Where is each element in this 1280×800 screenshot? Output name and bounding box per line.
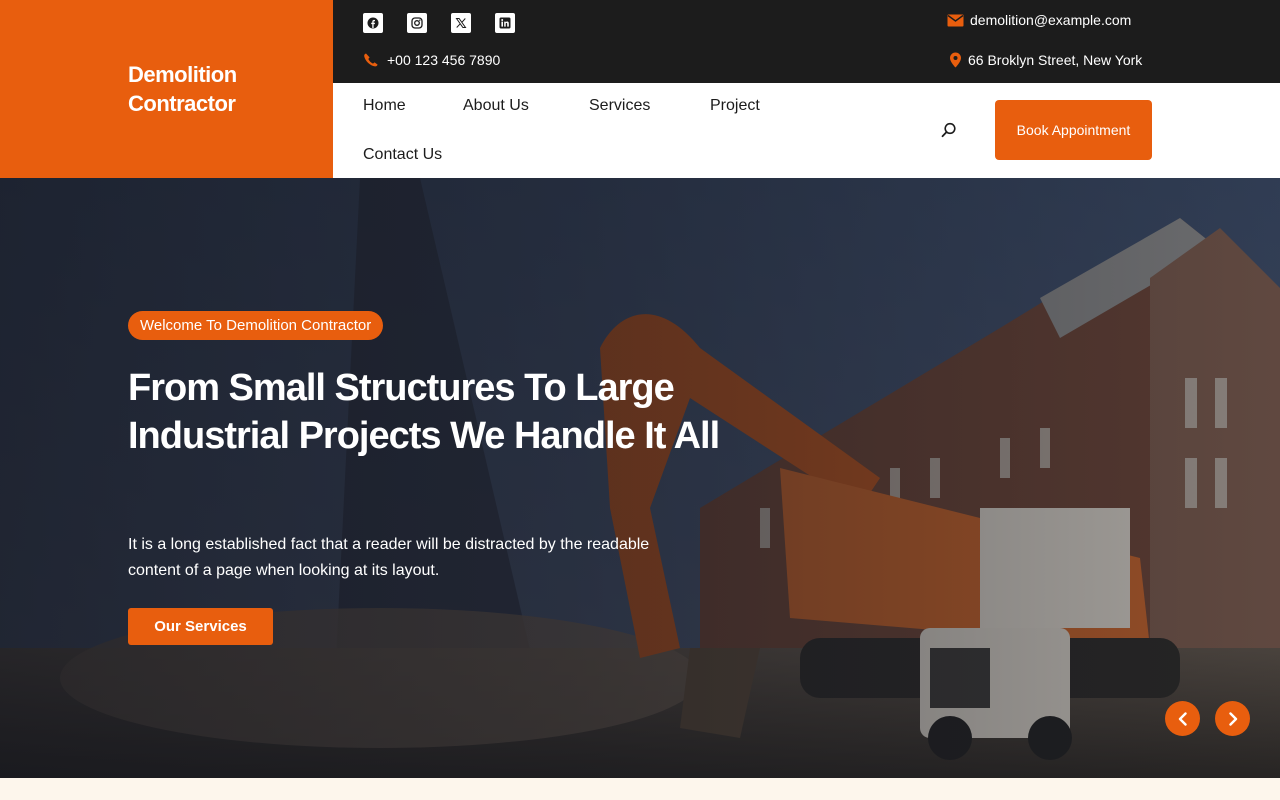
- slider-next-button[interactable]: [1215, 701, 1250, 736]
- linkedin-icon[interactable]: [495, 13, 515, 33]
- hero-overlay: [0, 178, 1280, 778]
- address-text: 66 Broklyn Street, New York: [968, 52, 1143, 68]
- chevron-right-icon: [1228, 711, 1237, 726]
- nav-project[interactable]: Project: [710, 97, 760, 115]
- facebook-icon[interactable]: [363, 13, 383, 33]
- slider-prev-button[interactable]: [1165, 701, 1200, 736]
- nav-services[interactable]: Services: [589, 97, 650, 115]
- hero-section: Welcome To Demolition Contractor From Sm…: [0, 178, 1280, 778]
- nav-contact-us[interactable]: Contact Us: [363, 146, 442, 164]
- search-icon[interactable]: [940, 121, 958, 139]
- email-address: demolition@example.com: [970, 12, 1132, 28]
- top-bar: +00 123 456 7890 demolition@example.com …: [333, 0, 1280, 83]
- mail-icon: [947, 14, 964, 26]
- instagram-icon[interactable]: [407, 13, 427, 33]
- x-icon[interactable]: [451, 13, 471, 33]
- nav-home[interactable]: Home: [363, 97, 406, 115]
- chevron-left-icon: [1178, 711, 1187, 726]
- book-appointment-button[interactable]: Book Appointment: [995, 100, 1152, 160]
- location-pin-icon: [950, 52, 961, 68]
- phone-contact[interactable]: +00 123 456 7890: [363, 52, 500, 68]
- email-contact[interactable]: demolition@example.com: [947, 12, 1131, 28]
- phone-number: +00 123 456 7890: [387, 52, 501, 68]
- phone-icon: [364, 53, 378, 67]
- address-contact: 66 Broklyn Street, New York: [949, 52, 1142, 68]
- nav-about-us[interactable]: About Us: [463, 97, 529, 115]
- hero-title: From Small Structures To Large Industria…: [128, 367, 720, 457]
- welcome-badge: Welcome To Demolition Contractor: [128, 311, 384, 340]
- brand-panel: Demolition Contractor: [0, 0, 333, 178]
- site-logo-text[interactable]: Demolition Contractor: [128, 60, 318, 118]
- main-nav: Home About Us Services Project Contact U…: [333, 83, 1280, 178]
- hero-subtitle: It is a long established fact that a rea…: [128, 536, 650, 579]
- our-services-button[interactable]: Our Services: [128, 608, 273, 645]
